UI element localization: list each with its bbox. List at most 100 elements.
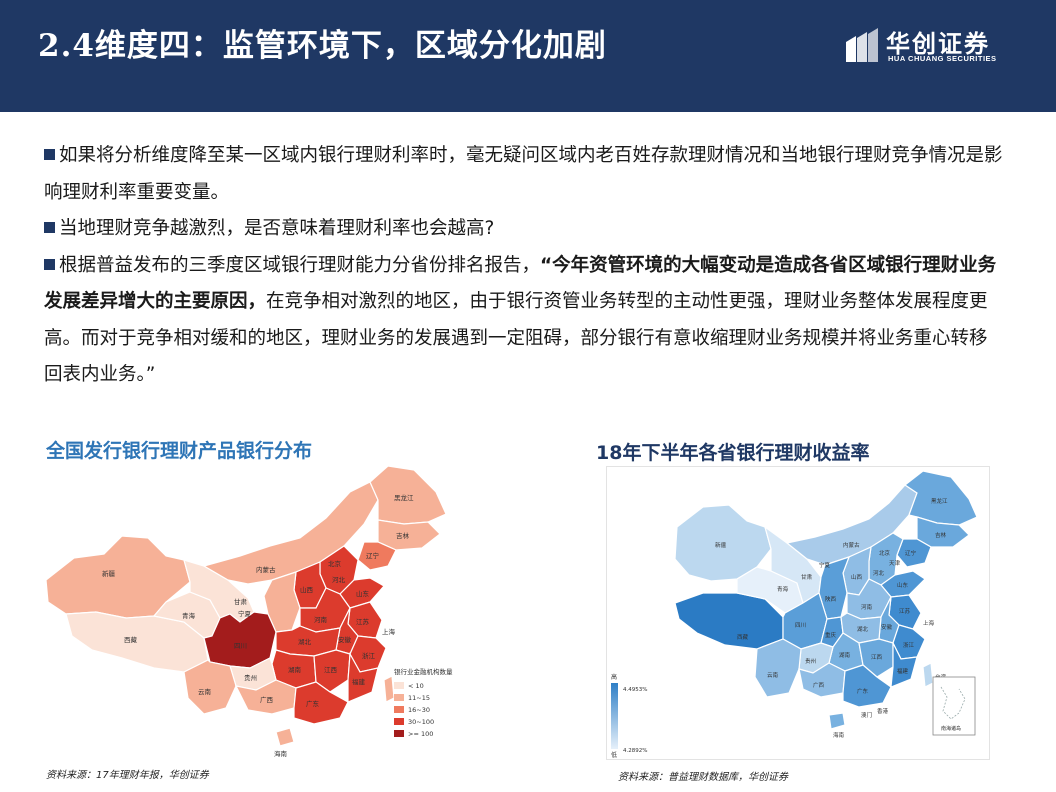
paragraph-1-text: 如果将分析维度降至某一区域内银行理财利率时，毫无疑问区域内老百姓存款理财情况和当… xyxy=(44,145,1003,203)
paragraph-3: 根据普益发布的三季度区域银行理财能力分省份排名报告，“今年资管环境的大幅变动是造… xyxy=(44,248,1004,394)
map-label-hebei: 河北 xyxy=(332,576,346,584)
map-label-fujian: 福建 xyxy=(352,677,366,686)
map-label-zhejiang: 浙江 xyxy=(903,641,915,649)
legend-swatch-2 xyxy=(394,694,404,701)
right-figure-caption: 18年下半年各省银行理财收益率 xyxy=(596,442,870,464)
map-label-shandong: 山东 xyxy=(897,581,909,589)
map-label-gansu: 甘肃 xyxy=(234,597,248,606)
map-label-jilin: 吉林 xyxy=(935,531,947,539)
map-region-yunnan xyxy=(183,659,237,715)
map-label-heilongjiang: 黑龙江 xyxy=(394,493,414,502)
page-title: 2.4维度四：监管环境下，区域分化加剧 xyxy=(38,28,607,64)
map-label-sichuan: 四川 xyxy=(234,642,247,650)
map-label-yunnan: 云南 xyxy=(198,687,212,696)
map-label-gansu: 甘肃 xyxy=(801,573,813,581)
map-label-zhejiang: 浙江 xyxy=(362,651,376,660)
map-region-guangdong xyxy=(293,681,349,725)
scale-low-label: 低 xyxy=(611,751,617,759)
map-label-neimenggu: 内蒙古 xyxy=(843,541,860,549)
map-label-hunan: 湖南 xyxy=(839,651,851,659)
map-label-ningxia: 宁夏 xyxy=(238,609,252,618)
map-label-hongkong: 香港 xyxy=(877,707,889,715)
bullet-square-icon xyxy=(44,222,55,233)
map-label-shaanxi: 陕西 xyxy=(825,595,837,603)
map-label-guangxi: 广西 xyxy=(260,695,274,704)
map-label-shanghai: 上海 xyxy=(382,627,396,636)
paragraph-3-lead: 根据普益发布的三季度区域银行理财能力分省份排名报告， xyxy=(59,254,541,276)
right-map-svg: 新疆 西藏 青海 甘肃 内蒙古 黑龙江 吉林 辽宁 北京 天津 河北 山西 山东… xyxy=(611,470,978,759)
map-label-guizhou: 贵州 xyxy=(805,657,816,665)
map-label-beijing: 北京 xyxy=(879,549,891,557)
right-figure-source: 资料来源：普益理财数据库，华创证券 xyxy=(618,772,788,783)
logo-mark-icon xyxy=(846,28,878,62)
inset-label: 南海诸岛 xyxy=(941,725,961,732)
map-label-liaoning: 辽宁 xyxy=(905,549,917,557)
header-bar: 2.4维度四：监管环境下，区域分化加剧 华创证券 HUA CHUANG SECU… xyxy=(0,0,1056,112)
legend-label-1: < 10 xyxy=(408,682,424,690)
map-label-hebei: 河北 xyxy=(873,569,885,577)
map-label-ningxia: 宁夏 xyxy=(819,561,831,569)
map-region-heilongjiang xyxy=(903,470,978,526)
map-label-shanxi: 山西 xyxy=(851,573,863,581)
map-label-guangdong: 广东 xyxy=(857,687,869,695)
map-label-hubei: 湖北 xyxy=(298,637,312,646)
paragraph-2: 当地理财竞争越激烈，是否意味着理财利率也会越高? xyxy=(44,211,1004,248)
right-map: 新疆 西藏 青海 甘肃 内蒙古 黑龙江 吉林 辽宁 北京 天津 河北 山西 山东… xyxy=(606,466,990,760)
map-label-liaoning: 辽宁 xyxy=(366,551,380,560)
company-logo: 华创证券 HUA CHUANG SECURITIES xyxy=(844,26,1004,66)
map-label-hunan: 湖南 xyxy=(288,665,302,674)
legend-label-5: >= 100 xyxy=(408,730,433,738)
map-label-hainan: 海南 xyxy=(274,749,288,758)
paragraph-1: 如果将分析维度降至某一区域内银行理财利率时，毫无疑问区域内老百姓存款理财情况和当… xyxy=(44,138,1004,211)
map-label-tianjin: 天津 xyxy=(889,560,901,567)
map-label-xinjiang: 新疆 xyxy=(715,541,727,549)
left-figure-caption: 全国发行银行理财产品银行分布 xyxy=(46,440,313,462)
map-label-anhui: 安徽 xyxy=(338,635,352,644)
scale-gradient-bar xyxy=(611,683,618,749)
map-region-yunnan xyxy=(754,638,802,698)
map-label-guangxi: 广西 xyxy=(813,681,825,689)
legend-label-2: 11~15 xyxy=(408,694,430,702)
map-label-anhui: 安徽 xyxy=(881,623,893,631)
map-label-henan: 河南 xyxy=(314,615,328,624)
map-label-heilongjiang: 黑龙江 xyxy=(931,497,948,505)
left-map-legend: 银行业金融机构数量 < 10 11~15 16~30 30~100 >= 100 xyxy=(394,667,453,738)
left-map: 新疆 西藏 青海 甘肃 内蒙古 黑龙江 吉林 辽宁 北京 河北 山西 山东 河南… xyxy=(44,462,474,762)
map-label-xizang: 西藏 xyxy=(737,633,749,641)
map-label-guangdong: 广东 xyxy=(306,699,320,708)
legend-label-4: 30~100 xyxy=(408,718,434,726)
map-label-shanghai: 上海 xyxy=(923,619,935,627)
map-label-yunnan: 云南 xyxy=(767,671,779,679)
legend-title: 银行业金融机构数量 xyxy=(394,667,453,676)
map-label-jiangxi: 江西 xyxy=(871,654,883,661)
map-label-shandong: 山东 xyxy=(356,589,370,598)
map-label-jiangsu: 江苏 xyxy=(899,607,911,615)
map-label-fujian: 福建 xyxy=(897,667,909,675)
map-label-qinghai: 青海 xyxy=(777,585,789,593)
legend-swatch-1 xyxy=(394,682,404,689)
map-label-henan: 河南 xyxy=(861,603,873,611)
map-label-hubei: 湖北 xyxy=(857,625,869,633)
bullet-square-icon xyxy=(44,258,55,270)
map-label-sichuan: 四川 xyxy=(795,622,806,629)
map-region-xizang xyxy=(674,592,784,650)
legend-swatch-3 xyxy=(394,706,404,713)
map-label-neimenggu: 内蒙古 xyxy=(256,565,276,574)
scale-high-label: 高 xyxy=(611,673,617,681)
right-map-color-scale: 高 4.4953% 4.2892% 低 xyxy=(611,673,647,759)
left-figure-source: 资料来源：17年理财年报，华创证券 xyxy=(46,770,209,781)
map-region-taiwan xyxy=(383,675,395,703)
legend-swatch-5 xyxy=(394,730,404,737)
logo-english-name: HUA CHUANG SECURITIES xyxy=(888,54,997,63)
legend-label-3: 16~30 xyxy=(408,706,430,714)
map-label-guizhou: 贵州 xyxy=(244,673,257,682)
bullet-square-icon xyxy=(44,149,55,160)
map-label-shanxi: 山西 xyxy=(300,585,314,594)
map-region-hainan xyxy=(275,727,295,747)
south-china-sea-inset: 南海诸岛 xyxy=(932,676,976,736)
scale-max-value: 4.4953% xyxy=(623,687,647,693)
legend-swatch-4 xyxy=(394,718,404,725)
body-text: 如果将分析维度降至某一区域内银行理财利率时，毫无疑问区域内老百姓存款理财情况和当… xyxy=(44,138,1004,394)
map-label-chongqing: 重庆 xyxy=(825,631,837,639)
map-label-xizang: 西藏 xyxy=(124,635,138,644)
